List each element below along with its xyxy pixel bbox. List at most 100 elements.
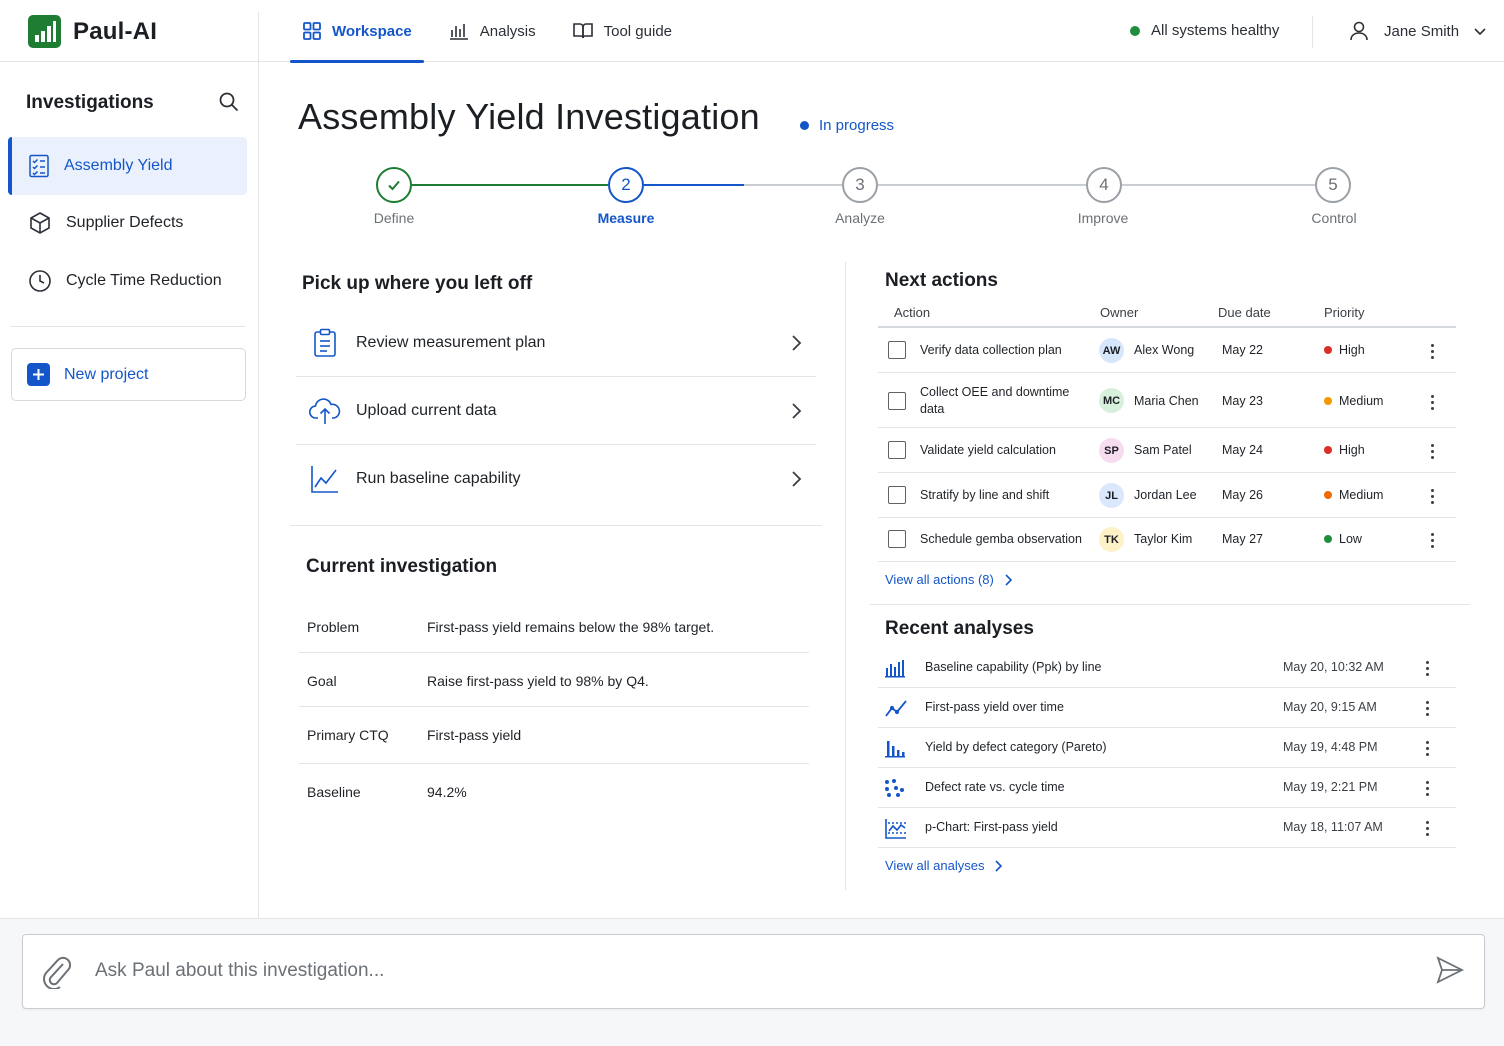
analysis-row[interactable]: Yield by defect category (Pareto) May 19… [878,728,1456,768]
row-menu-icon[interactable] [1419,698,1435,718]
action-checkbox[interactable] [888,486,906,504]
tab-analysis[interactable]: Analysis [436,0,548,62]
row-menu-icon[interactable] [1424,341,1440,361]
action-checkbox[interactable] [888,530,906,548]
analysis-timestamp: May 19, 2:21 PM [1283,780,1378,794]
tab-tool-guide-label: Tool guide [603,22,673,40]
cube-icon [28,211,52,235]
row-menu-icon[interactable] [1424,441,1440,461]
step-improve-circle[interactable]: 4 [1086,167,1122,203]
due-date: May 27 [1222,532,1263,546]
resume-item-review-measurement-plan[interactable]: Review measurement plan [296,309,816,377]
actions-section-title: Next actions [885,270,998,291]
new-project-label: New project [64,365,149,383]
sidebar: Investigations Assembly Yield Supplier D… [0,62,259,918]
tab-tool-guide[interactable]: Tool guide [560,0,684,62]
priority-label: Medium [1339,394,1384,408]
action-name: Collect OEE and downtime data [920,385,1070,416]
send-icon[interactable] [1435,955,1465,985]
system-status: All systems healthy [1130,22,1279,39]
chevron-down-icon [1473,24,1487,38]
priority-dot-icon [1324,446,1332,454]
step-label-define: Define [373,210,415,226]
user-menu[interactable]: Jane Smith [1348,20,1487,42]
analysis-row[interactable]: Baseline capability (Ppk) by line May 20… [878,648,1456,688]
analyses-section-title: Recent analyses [885,618,1034,639]
row-menu-icon[interactable] [1424,392,1440,412]
owner-name: Jordan Lee [1134,488,1197,502]
analysis-row[interactable]: Defect rate vs. cycle time May 19, 2:21 … [878,768,1456,808]
stepper-line [1122,184,1315,186]
analysis-timestamp: May 20, 10:32 AM [1283,660,1384,674]
status-dot-icon [1130,25,1140,36]
action-checkbox[interactable] [888,392,906,410]
avatar: TK [1099,527,1124,552]
sidebar-divider [10,326,245,327]
stepper-line-current [644,184,744,186]
priority-label: Medium [1339,488,1384,502]
step-define-circle[interactable] [376,167,412,203]
resume-item-run-baseline-capability[interactable]: Run baseline capability [296,445,816,513]
paperclip-icon[interactable] [41,955,71,989]
analysis-row[interactable]: p-Chart: First-pass yield May 18, 11:07 … [878,808,1456,848]
investigation-key: Problem [307,619,360,635]
resume-section-title: Pick up where you left off [302,273,533,294]
sidebar-item-supplier-defects[interactable]: Supplier Defects [8,194,247,252]
chevron-right-icon [1004,573,1012,586]
brand[interactable]: Paul-AI [28,15,157,48]
tab-workspace[interactable]: Workspace [290,0,424,63]
step-analyze-circle[interactable]: 3 [842,167,878,203]
investigation-row-primary-ctq: Primary CTQ First-pass yield [299,727,809,743]
status-badge: In progress [800,117,894,134]
action-name: Verify data collection plan [920,343,1062,357]
analysis-timestamp: May 20, 9:15 AM [1283,700,1377,714]
control-chart-icon [884,818,908,840]
sidebar-item-assembly-yield[interactable]: Assembly Yield [8,137,247,195]
avatar: SP [1099,438,1124,463]
clock-icon [28,269,52,293]
action-checkbox[interactable] [888,441,906,459]
priority-dot-icon [1324,397,1332,405]
cloud-upload-icon [296,396,354,426]
action-checkbox[interactable] [888,341,906,359]
new-project-button[interactable]: New project [11,348,246,401]
row-menu-icon[interactable] [1424,530,1440,550]
analysis-row[interactable]: First-pass yield over time May 20, 9:15 … [878,688,1456,728]
row-menu-icon[interactable] [1419,738,1435,758]
header-divider [258,12,259,62]
analysis-timestamp: May 18, 11:07 AM [1283,820,1383,834]
step-control-circle[interactable]: 5 [1315,167,1351,203]
top-header: Paul-AI Workspace Analysis Tool guide Al… [0,0,1504,63]
scatter-icon [884,778,906,798]
row-menu-icon[interactable] [1419,778,1435,798]
row-menu-icon[interactable] [1419,818,1435,838]
paul-ai-logo [28,15,61,48]
step-measure-circle[interactable]: 2 [608,167,644,203]
chat-input-container [22,934,1485,1009]
investigation-value: 94.2% [427,784,467,800]
grid-icon [302,21,322,41]
analysis-name: p-Chart: First-pass yield [925,820,1058,834]
table-row: Validate yield calculation SP Sam Patel … [878,428,1456,473]
resume-item-upload-current-data[interactable]: Upload current data [296,377,816,445]
view-all-analyses-link[interactable]: View all analyses [885,858,1003,873]
book-icon [572,21,594,41]
pareto-icon [884,738,906,758]
trend-line-icon [884,698,908,718]
view-all-actions-link[interactable]: View all actions (8) [885,572,1012,587]
row-menu-icon[interactable] [1424,486,1440,506]
action-name: Schedule gemba observation [920,532,1082,546]
tab-workspace-label: Workspace [332,22,412,40]
search-icon[interactable] [218,91,240,113]
priority-label: Low [1339,532,1362,546]
investigation-row-problem: Problem First-pass yield remains below t… [299,619,809,635]
row-menu-icon[interactable] [1419,658,1435,678]
clipboard-icon [296,328,354,358]
tab-analysis-label: Analysis [479,22,536,40]
sidebar-item-cycle-time-reduction[interactable]: Cycle Time Reduction [8,252,247,310]
avatar: AW [1099,338,1124,363]
chat-input[interactable] [95,953,1395,989]
column-header-priority: Priority [1324,305,1365,320]
table-row: Schedule gemba observation TK Taylor Kim… [878,518,1456,562]
column-header-action: Action [894,305,931,320]
